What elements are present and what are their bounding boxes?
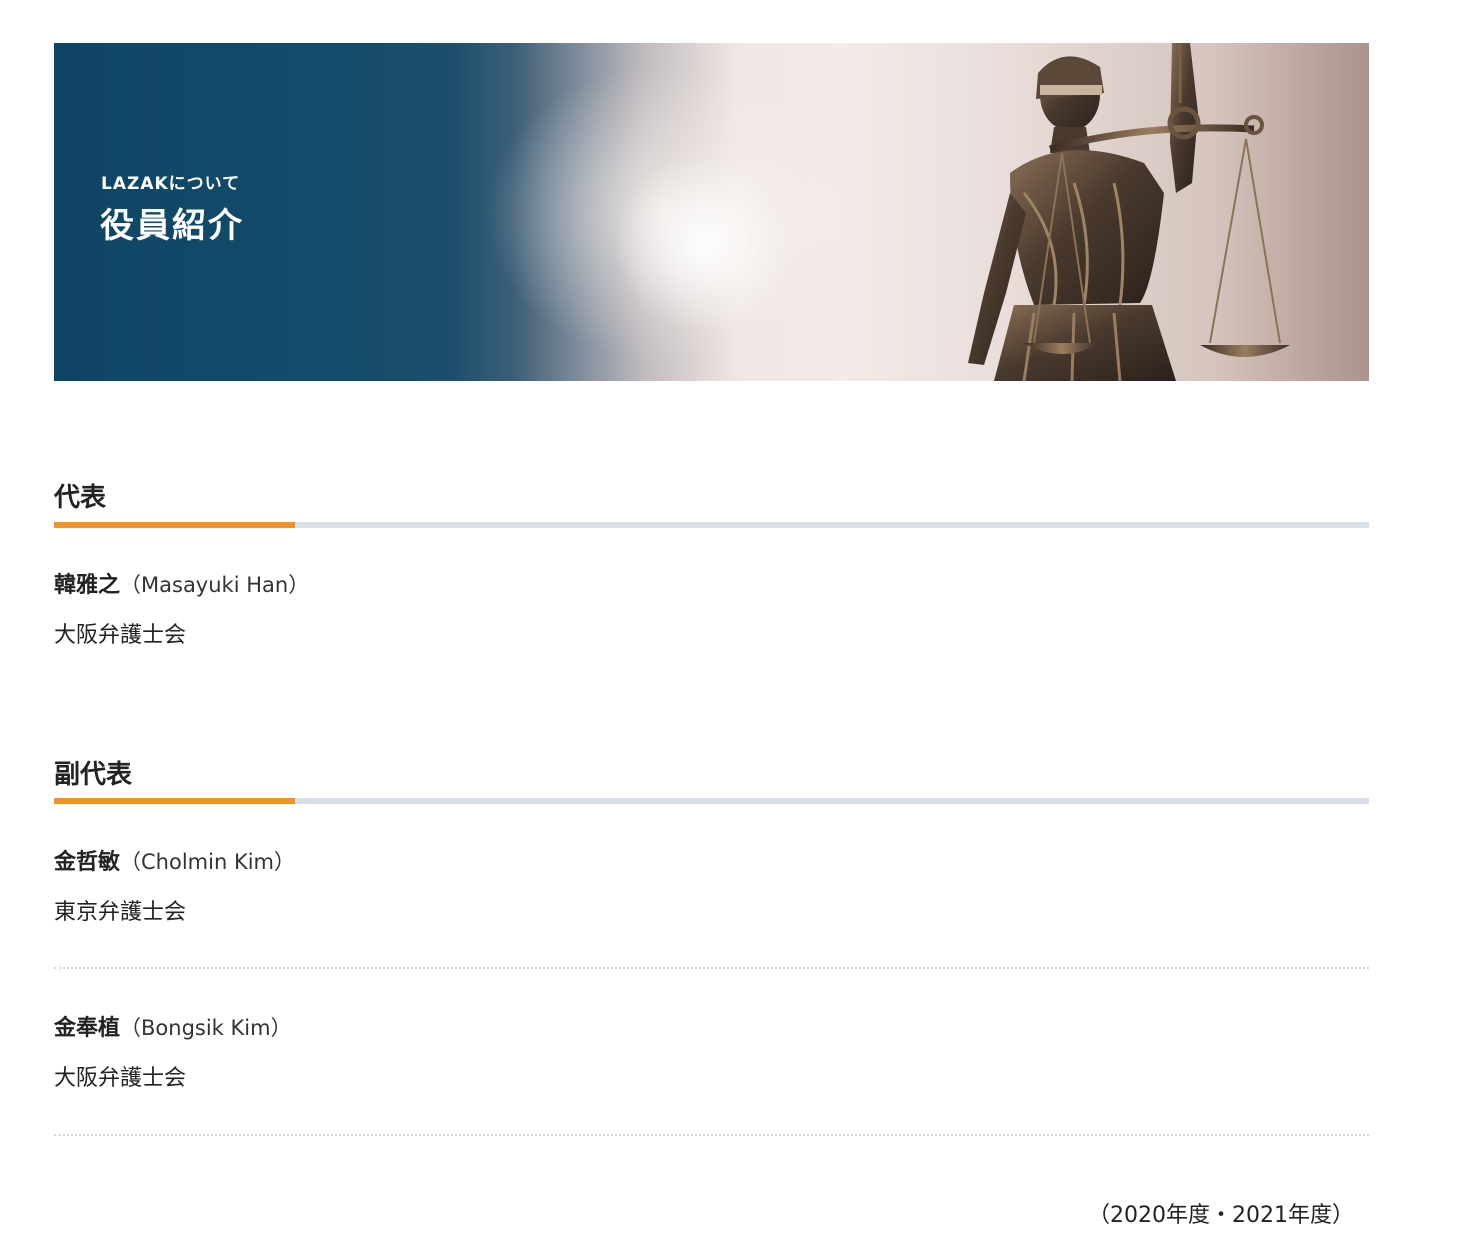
member-name: 韓雅之（Masayuki Han） — [54, 567, 309, 599]
hero-banner: LAZAKについて 役員紹介 — [54, 43, 1369, 381]
section-heading-rule — [54, 798, 1369, 804]
section-heading-representative: 代表 — [54, 483, 107, 513]
member-bar-association: 大阪弁護士会 — [54, 623, 187, 648]
fiscal-year-note: （2020年度・2021年度） — [1088, 1203, 1354, 1228]
member-bar-association: 東京弁護士会 — [54, 900, 187, 925]
member-name: 金奉植（Bongsik Kim） — [54, 1010, 292, 1042]
hero-kicker: LAZAKについて — [101, 174, 241, 194]
member-name-en: （Masayuki Han） — [120, 573, 310, 597]
section-heading-vice-representative: 副代表 — [54, 760, 133, 790]
member-name-jp: 金奉植 — [54, 1016, 121, 1041]
member-name-jp: 韓雅之 — [54, 573, 121, 598]
lady-justice-statue-icon — [968, 43, 1290, 381]
section-heading-rule — [54, 522, 1369, 528]
heading-rule-accent — [54, 522, 295, 528]
member-bar-association: 大阪弁護士会 — [54, 1066, 187, 1091]
member-name-en: （Bongsik Kim） — [120, 1016, 292, 1040]
heading-rule-accent — [54, 798, 295, 804]
member-name-en: （Cholmin Kim） — [120, 850, 296, 874]
member-divider — [54, 1134, 1369, 1136]
member-divider — [54, 967, 1369, 969]
officers-page: LAZAKについて 役員紹介 代表 韓雅之（Masayuki Han） 大阪弁護… — [54, 43, 1369, 1228]
member-name: 金哲敏（Cholmin Kim） — [54, 844, 295, 876]
hero-bokeh-light — [614, 153, 794, 333]
member-name-jp: 金哲敏 — [54, 850, 121, 875]
page-title: 役員紹介 — [100, 206, 244, 246]
